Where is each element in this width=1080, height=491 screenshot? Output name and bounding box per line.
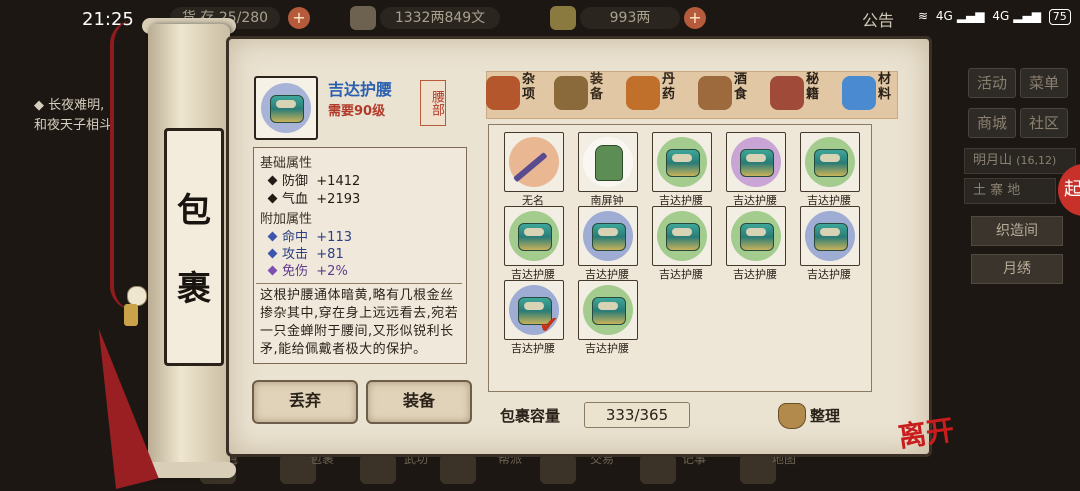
inventory-slot[interactable] bbox=[800, 132, 860, 192]
inventory-slot-label: 吉达护腰 bbox=[511, 342, 555, 355]
slot-tag: 腰部 bbox=[420, 80, 446, 126]
inventory-slot[interactable]: ✔ bbox=[504, 280, 564, 340]
inventory-slot[interactable] bbox=[726, 206, 786, 266]
add-gold-button[interactable]: + bbox=[684, 7, 706, 29]
inventory-slot[interactable] bbox=[726, 132, 786, 192]
inventory-slot[interactable] bbox=[578, 132, 638, 192]
inventory-slot[interactable] bbox=[578, 206, 638, 266]
community-button[interactable]: 社区 bbox=[1020, 108, 1068, 138]
equip-button[interactable]: 装备 bbox=[366, 380, 472, 424]
money-display: 1332两849文 bbox=[380, 7, 500, 29]
tab-materials[interactable]: 材料 bbox=[842, 70, 906, 116]
battery-icon: 75 bbox=[1048, 9, 1071, 25]
capacity-value: 333/365 bbox=[584, 402, 690, 428]
menu-button[interactable]: 菜单 bbox=[1020, 68, 1068, 98]
jar-icon bbox=[486, 76, 520, 110]
stat-hp: 气血 +2193 bbox=[267, 188, 360, 207]
inventory-slot-label: 吉达护腰 bbox=[733, 268, 777, 281]
signal-icon-2: 4G ▂▄▆ bbox=[992, 9, 1041, 23]
nav-icon-4[interactable] bbox=[440, 454, 476, 484]
books-icon bbox=[770, 76, 804, 110]
wifi-icon: ≋ bbox=[918, 9, 929, 23]
inventory-slot[interactable] bbox=[652, 132, 712, 192]
notice-button[interactable]: 公告 bbox=[862, 7, 894, 31]
pill-plate-icon bbox=[626, 76, 660, 110]
story-line-1: ◆ 长夜难明, bbox=[34, 98, 105, 113]
story-line-2: 和夜天子相斗 bbox=[34, 118, 113, 133]
nav-icon-5[interactable] bbox=[540, 454, 576, 484]
tassel-bead bbox=[127, 286, 147, 306]
capacity-label: 包裹容量 bbox=[500, 407, 561, 425]
stat-damage-reduction: 免伤 +2% bbox=[267, 260, 348, 279]
item-requirement: 需要90级 bbox=[328, 104, 386, 119]
sub-location-field: 土 寨 地 bbox=[964, 178, 1056, 204]
scroll-weapon-icon bbox=[554, 76, 588, 110]
location-field: 明月山 (16,12) bbox=[964, 148, 1076, 174]
signal-icon: 4G ▂▄▆ bbox=[935, 9, 985, 23]
coin-icon bbox=[350, 6, 376, 30]
nav-icon-7[interactable] bbox=[740, 454, 776, 484]
leave-button[interactable]: 离开 bbox=[895, 408, 956, 455]
tab-food[interactable]: 酒食 bbox=[698, 70, 762, 116]
tab-manuals[interactable]: 秘籍 bbox=[770, 70, 834, 116]
sort-button[interactable]: 整理 bbox=[776, 400, 856, 430]
shop-button[interactable]: 商城 bbox=[968, 108, 1016, 138]
wine-food-icon bbox=[698, 76, 732, 110]
tab-pills[interactable]: 丹药 bbox=[626, 70, 690, 116]
tassel-knot bbox=[124, 304, 138, 326]
crystal-icon bbox=[842, 76, 876, 110]
window-title: 包 裹 bbox=[164, 128, 224, 366]
selected-check-icon: ✔ bbox=[539, 311, 560, 339]
inventory-slot[interactable] bbox=[578, 280, 638, 340]
ingot-icon bbox=[550, 6, 576, 30]
quest-item-1[interactable]: 织造间 bbox=[971, 216, 1063, 246]
extra-stats-title: 附加属性 bbox=[260, 212, 313, 227]
tab-equipment[interactable]: 装备 bbox=[554, 70, 618, 116]
tassel-fringe bbox=[77, 323, 159, 489]
inventory-slot[interactable] bbox=[652, 206, 712, 266]
inventory-slot[interactable] bbox=[800, 206, 860, 266]
nav-icon-3[interactable] bbox=[360, 454, 396, 484]
bell-icon bbox=[595, 145, 623, 181]
quest-item-2[interactable]: 月绣 bbox=[971, 254, 1063, 284]
tab-misc[interactable]: 杂项 bbox=[486, 70, 550, 116]
stat-defense: 防御 +1412 bbox=[267, 170, 360, 189]
inventory-slot-label: 吉达护腰 bbox=[659, 268, 703, 281]
system-icons: ≋ 4G ▂▄▆ 4G ▂▄▆ 75 bbox=[918, 9, 1075, 25]
gold-display: 993两 bbox=[580, 7, 680, 29]
add-bag-button[interactable]: + bbox=[288, 7, 310, 29]
activity-button[interactable]: 活动 bbox=[968, 68, 1016, 98]
item-name: 吉达护腰 bbox=[328, 80, 393, 99]
discard-button[interactable]: 丢弃 bbox=[252, 380, 358, 424]
title-char-2: 裹 bbox=[177, 269, 211, 309]
inventory-slot[interactable] bbox=[504, 132, 564, 192]
title-char-1: 包 bbox=[177, 191, 211, 231]
inventory-slot-label: 吉达护腰 bbox=[807, 268, 851, 281]
inventory-slot[interactable] bbox=[504, 206, 564, 266]
selected-item-icon bbox=[254, 76, 318, 140]
stats-divider bbox=[256, 283, 462, 284]
bag-icon bbox=[778, 403, 806, 429]
nav-icon-6[interactable] bbox=[640, 454, 676, 484]
item-description[interactable]: 这根护腰通体暗黄,略有几根金丝掺杂其中,穿在身上远远看去,宛若一只金蝉附于腰间,… bbox=[260, 287, 460, 361]
inventory-slot-label: 吉达护腰 bbox=[585, 342, 629, 355]
base-stats-title: 基础属性 bbox=[260, 156, 313, 171]
tassel-cord bbox=[110, 20, 134, 310]
